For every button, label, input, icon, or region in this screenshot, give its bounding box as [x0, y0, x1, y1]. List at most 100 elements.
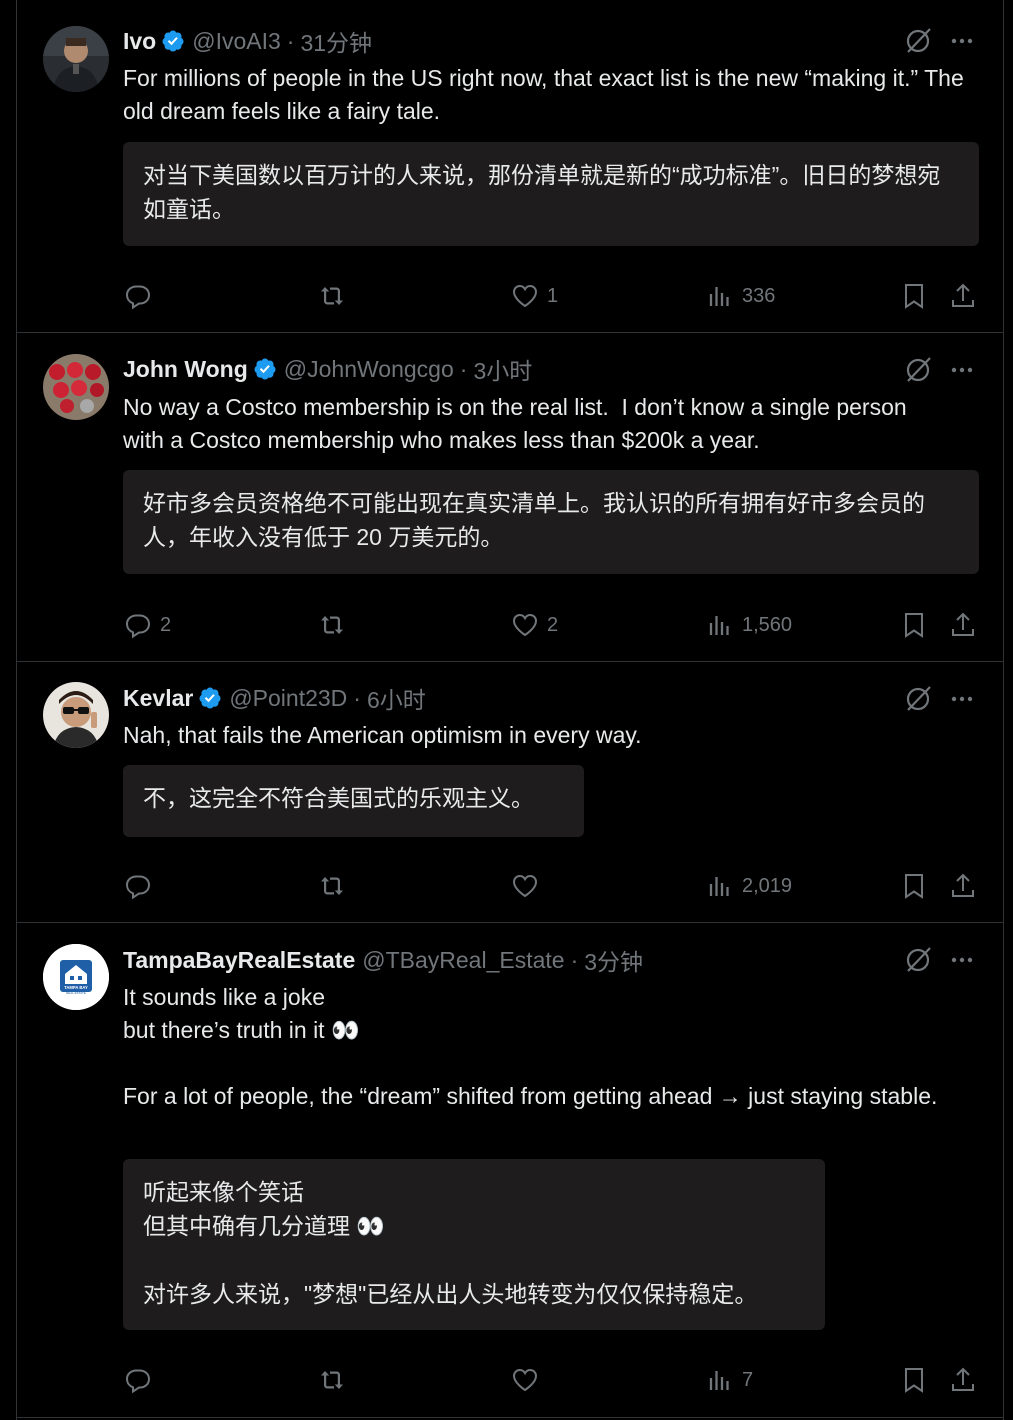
- views-count: 336: [742, 284, 776, 307]
- repost-icon: [321, 616, 343, 634]
- author-name[interactable]: TampaBayRealEstate: [123, 947, 355, 974]
- repost-button[interactable]: [317, 279, 354, 313]
- avatar-logo-subtext: REAL ESTATE: [66, 991, 86, 995]
- author-name[interactable]: Ivo: [123, 28, 156, 55]
- post-tampabay[interactable]: TAMPA BAY REAL ESTATE TampaBayRealEstate…: [17, 923, 1003, 1418]
- like-button[interactable]: 1: [510, 279, 558, 313]
- bookmark-button[interactable]: [899, 279, 929, 313]
- avatar[interactable]: [43, 354, 109, 420]
- action-bar: 2 2 1,560: [123, 608, 983, 642]
- grok-icon[interactable]: [903, 945, 933, 975]
- author-handle[interactable]: @IvoAI3: [192, 28, 281, 55]
- separator-dot: ·: [570, 946, 579, 973]
- repost-button[interactable]: [317, 1363, 354, 1397]
- author-name[interactable]: Kevlar: [123, 685, 193, 712]
- post-header: Ivo @IvoAI3 · 31分钟: [123, 24, 372, 58]
- bookmark-icon: [905, 874, 923, 899]
- translation-box: 好市多会员资格绝不可能出现在真实清单上。我认识的所有拥有好市多会员的人，年收入没…: [123, 470, 979, 574]
- separator-dot: ·: [353, 684, 361, 711]
- reply-button[interactable]: 2: [123, 608, 171, 642]
- translation-box: 听起来像个笑话 但其中确有几分道理 👀 对许多人来说，"梦想"已经从出人头地转变…: [123, 1159, 825, 1330]
- post-john-wong[interactable]: John Wong @JohnWongcgo · 3小时 No way a Co…: [17, 333, 1003, 662]
- avatar-image: [43, 682, 109, 748]
- bookmark-button[interactable]: [899, 608, 929, 642]
- timestamp[interactable]: 6小时: [367, 681, 426, 715]
- share-icon: [952, 873, 974, 897]
- like-icon: [512, 874, 538, 898]
- timestamp[interactable]: 31分钟: [300, 24, 372, 58]
- timeline-feed: Ivo @IvoAI3 · 31分钟 For millions of peopl…: [16, 0, 1004, 1420]
- share-button[interactable]: [948, 1363, 978, 1397]
- avatar[interactable]: [43, 26, 109, 92]
- share-button[interactable]: [948, 869, 978, 903]
- bookmark-button[interactable]: [899, 869, 929, 903]
- action-bar: 7: [123, 1363, 983, 1397]
- views-icon: [709, 877, 729, 896]
- post-text: For millions of people in the US right n…: [123, 65, 971, 124]
- timestamp[interactable]: 3分钟: [584, 943, 643, 977]
- bookmark-icon: [905, 613, 923, 638]
- grok-icon[interactable]: [903, 355, 933, 385]
- more-icon[interactable]: [947, 355, 977, 385]
- views-icon: [709, 287, 729, 306]
- avatar-logo-text: TAMPA BAY: [64, 985, 88, 990]
- post-header: John Wong @JohnWongcgo · 3小时: [123, 352, 532, 386]
- post-header: Kevlar @Point23D · 6小时: [123, 681, 426, 715]
- reply-icon: [125, 285, 151, 310]
- views-button[interactable]: 2,019: [705, 869, 792, 903]
- timestamp[interactable]: 3小时: [473, 352, 532, 386]
- separator-dot: ·: [459, 355, 468, 382]
- like-count: 2: [547, 613, 559, 636]
- repost-icon: [321, 287, 343, 305]
- author-handle[interactable]: @Point23D: [229, 685, 347, 712]
- views-button[interactable]: 7: [705, 1363, 753, 1397]
- reply-icon: [125, 1369, 151, 1394]
- views-count: 1,560: [742, 613, 793, 636]
- bookmark-icon: [905, 284, 923, 309]
- like-icon: [512, 284, 538, 308]
- avatar[interactable]: TAMPA BAY REAL ESTATE: [43, 944, 109, 1010]
- bookmark-button[interactable]: [899, 1363, 929, 1397]
- like-icon: [512, 1368, 538, 1392]
- reply-icon: [125, 614, 151, 639]
- reply-icon: [125, 875, 151, 900]
- like-button[interactable]: [510, 869, 547, 903]
- verified-badge-icon: [254, 358, 276, 380]
- action-bar: 2,019: [123, 869, 983, 903]
- reply-button[interactable]: [123, 869, 160, 903]
- share-icon: [952, 612, 974, 636]
- avatar-image: TAMPA BAY REAL ESTATE: [43, 944, 109, 1010]
- views-icon: [709, 1371, 729, 1390]
- post-kevlar[interactable]: Kevlar @Point23D · 6小时 Nah, that fails t…: [17, 662, 1003, 923]
- separator-dot: ·: [286, 27, 295, 54]
- author-handle[interactable]: @JohnWongcgo: [284, 356, 454, 383]
- views-button[interactable]: 336: [705, 279, 775, 313]
- reply-button[interactable]: [123, 279, 160, 313]
- post-text: Nah, that fails the American optimism in…: [123, 722, 642, 748]
- share-icon: [952, 1367, 974, 1391]
- grok-icon[interactable]: [903, 26, 933, 56]
- share-button[interactable]: [948, 279, 978, 313]
- reply-count: 2: [160, 613, 172, 636]
- action-bar: 1 336: [123, 279, 983, 313]
- more-icon[interactable]: [947, 26, 977, 56]
- grok-icon[interactable]: [903, 684, 933, 714]
- views-button[interactable]: 1,560: [705, 608, 792, 642]
- more-icon[interactable]: [947, 684, 977, 714]
- avatar-image: [43, 26, 109, 92]
- author-name[interactable]: John Wong: [123, 356, 248, 383]
- post-header: TampaBayRealEstate @TBayReal_Estate · 3分…: [123, 943, 643, 977]
- post-ivo[interactable]: Ivo @IvoAI3 · 31分钟 For millions of peopl…: [17, 0, 1003, 333]
- repost-button[interactable]: [317, 869, 354, 903]
- avatar[interactable]: [43, 682, 109, 748]
- share-button[interactable]: [948, 608, 978, 642]
- repost-button[interactable]: [317, 608, 354, 642]
- like-button[interactable]: 2: [510, 608, 558, 642]
- reply-button[interactable]: [123, 1363, 160, 1397]
- avatar-image: [43, 354, 109, 420]
- more-icon[interactable]: [947, 945, 977, 975]
- like-icon: [512, 613, 538, 637]
- like-button[interactable]: [510, 1363, 547, 1397]
- author-handle[interactable]: @TBayReal_Estate: [362, 947, 564, 974]
- translation-box: 不，这完全不符合美国式的乐观主义。: [123, 765, 584, 837]
